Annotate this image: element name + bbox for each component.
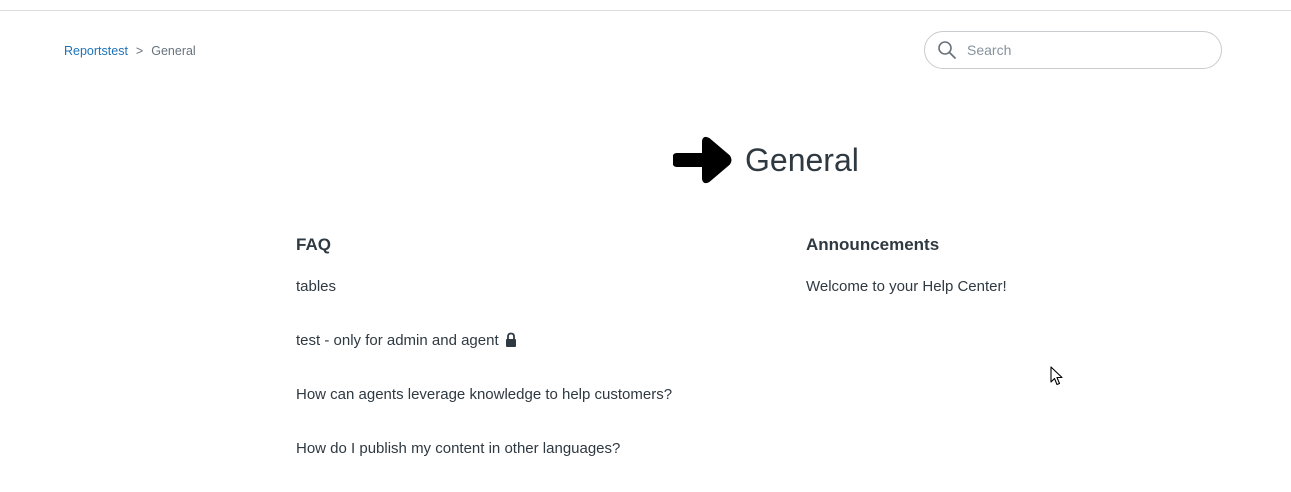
mouse-cursor-icon: [1050, 366, 1064, 386]
header-divider: [0, 10, 1291, 11]
search-icon: [937, 40, 957, 60]
article-link-tables[interactable]: tables: [296, 276, 336, 298]
list-item: How do I publish my content in other lan…: [296, 438, 766, 460]
section-title-faq[interactable]: FAQ: [296, 234, 766, 256]
breadcrumb-separator: >: [135, 44, 144, 58]
lock-icon: [505, 332, 517, 347]
search-box[interactable]: [924, 31, 1222, 69]
section-announcements: Announcements Welcome to your Help Cente…: [806, 234, 1226, 330]
list-item: test - only for admin and agent: [296, 330, 766, 352]
section-title-announcements[interactable]: Announcements: [806, 234, 1226, 256]
breadcrumb-item-home[interactable]: Reportstest: [64, 44, 128, 58]
page-title: General: [745, 142, 859, 178]
article-list-announcements: Welcome to your Help Center!: [806, 276, 1226, 298]
page-title-block: General: [672, 133, 859, 187]
breadcrumb-item-current: General: [151, 44, 196, 58]
article-link-welcome[interactable]: Welcome to your Help Center!: [806, 276, 1007, 298]
article-link-test-admin-agent[interactable]: test - only for admin and agent: [296, 330, 499, 352]
search-input[interactable]: [965, 41, 1209, 59]
list-item: How can agents leverage knowledge to hel…: [296, 384, 766, 406]
article-list-faq: tables test - only for admin and agent H…: [296, 276, 766, 460]
breadcrumb: Reportstest > General: [64, 44, 196, 58]
arrow-right-icon: [672, 133, 733, 187]
article-link-agents-knowledge[interactable]: How can agents leverage knowledge to hel…: [296, 384, 672, 406]
list-item: tables: [296, 276, 766, 298]
section-faq: FAQ tables test - only for admin and age…: [296, 234, 766, 492]
article-link-publish-languages[interactable]: How do I publish my content in other lan…: [296, 438, 620, 460]
list-item: Welcome to your Help Center!: [806, 276, 1226, 298]
